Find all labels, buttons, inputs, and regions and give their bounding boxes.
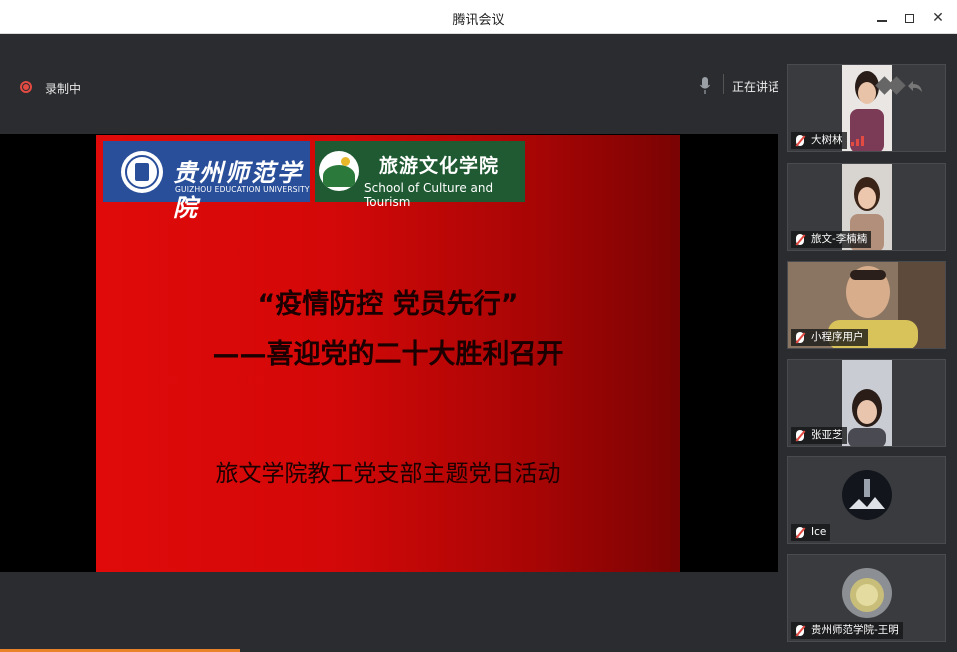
main-video-area: 录制中 正在讲话: 韦欣仪; 建国; 贵州师范学院 GUIZHOU EDUCAT… [0,34,860,652]
mic-muted-icon [796,625,804,636]
school-name-cn: 旅游文化学院 [379,155,500,177]
bottom-bar [0,572,778,652]
mic-muted-icon [796,430,804,441]
school-logo: 旅游文化学院 School of Culture and Tourism [315,141,525,209]
slide-subtitle: 旅文学院教工党支部主题党日活动 [215,461,561,487]
slide-title-line2: ——喜迎党的二十大胜利召开 [212,339,564,370]
minimize-icon [877,20,887,22]
title-bar: 腾讯会议 ✕ [0,0,957,34]
mic-muted-icon [796,135,804,146]
top-info-bar: 录制中 正在讲话: 韦欣仪; 建国; [0,34,860,134]
participant-name-label: 贵州师范学院-王明 [791,622,903,639]
participant-name-label: 大树林 [791,132,864,149]
university-seal-icon [121,151,163,193]
participant-list[interactable]: 大树林 旅文-李楠楠 小程序用户 张亚芝 Ice 贵州师范学院-王明 [778,34,957,652]
participant-name-label: Ice [791,524,831,541]
participant-name-label: 旅文-李楠楠 [791,231,872,248]
signal-icon [850,136,865,146]
participant-name-label: 张亚芝 [791,427,847,444]
mic-muted-icon [796,527,804,538]
meeting-window: 腾讯会议 ✕ 录制中 正在讲话: 韦欣仪; 建国; 贵州师范学院 GUIZHOU… [0,0,957,652]
participant-tile[interactable]: 贵州师范学院-王明 [787,554,946,642]
school-name-en: School of Culture and Tourism [364,181,494,209]
participant-tile[interactable]: 旅文-李楠楠 [787,163,946,251]
participant-avatar [842,568,892,618]
shared-slide: 贵州师范学院 GUIZHOU EDUCATION UNIVERSITY 旅游文化… [96,135,680,572]
close-icon: ✕ [932,10,944,26]
participant-video [842,360,892,446]
close-button[interactable]: ✕ [928,8,948,28]
divider [723,74,724,94]
participant-name-label: 小程序用户 [791,329,868,346]
participant-tile[interactable]: Ice [787,456,946,544]
participant-tile[interactable]: 张亚芝 [787,359,946,447]
participant-tile[interactable]: 小程序用户 [787,261,946,349]
window-title: 腾讯会议 [452,13,505,28]
school-emblem-icon [319,151,359,191]
mic-muted-icon [796,234,804,245]
layout-icon[interactable] [887,76,906,95]
maximize-icon [904,13,914,23]
slide-title-line1: “疫情防控 党员先行” [257,289,519,320]
recording-status: 录制中 [45,82,82,96]
record-icon[interactable] [20,81,32,93]
undo-icon[interactable] [906,78,924,94]
participant-avatar [842,470,892,520]
minimize-button[interactable] [872,8,892,28]
view-controls[interactable] [872,76,928,96]
mic-muted-icon [796,332,804,343]
maximize-button[interactable] [899,8,919,28]
university-name-en: GUIZHOU EDUCATION UNIVERSITY [175,185,310,194]
university-logo: 贵州师范学院 GUIZHOU EDUCATION UNIVERSITY [103,141,310,222]
microphone-icon [700,77,710,94]
